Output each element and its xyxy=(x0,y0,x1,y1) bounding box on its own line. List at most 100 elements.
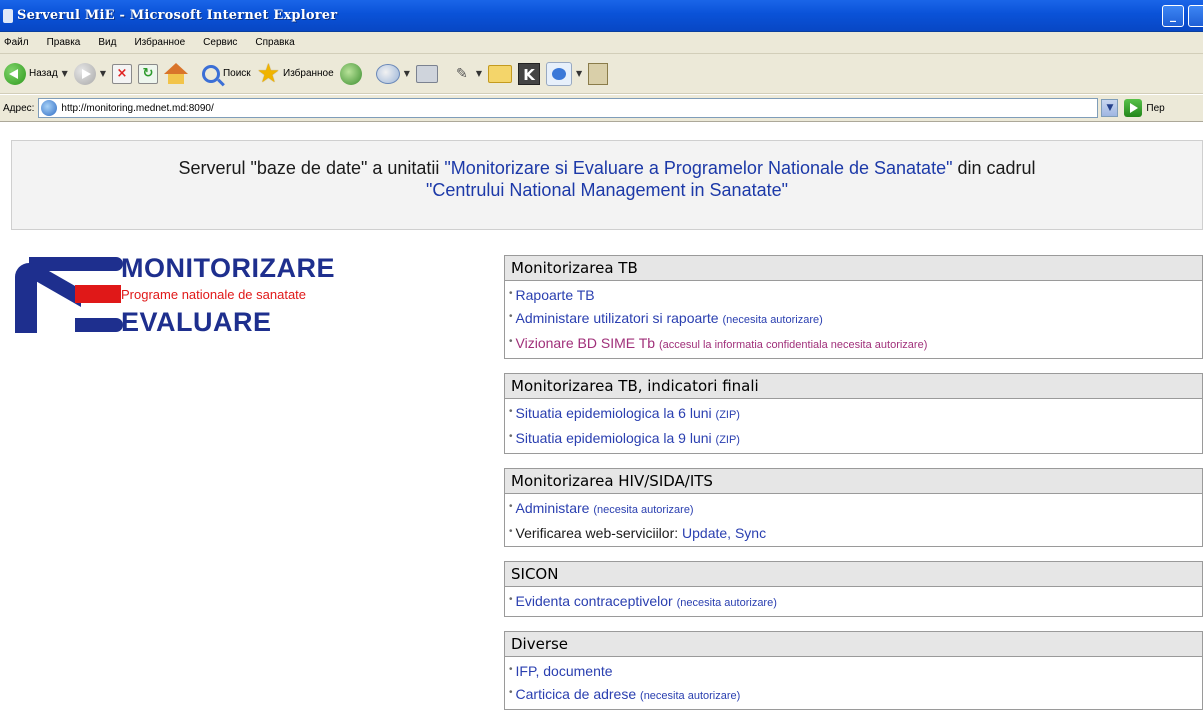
header-text-1: Serverul "baze de date" a unitatii xyxy=(178,158,445,178)
link-ifp-documente[interactable]: IFP, documente xyxy=(516,663,613,679)
bullet-icon: • xyxy=(509,526,513,537)
logo-top-bar xyxy=(29,257,123,271)
address-url[interactable]: http://monitoring.mednet.md:8090/ xyxy=(61,103,213,114)
menu-tools[interactable]: Сервис xyxy=(201,35,239,50)
link-sync[interactable]: Sync xyxy=(735,525,766,541)
stop-button[interactable]: × xyxy=(111,59,132,89)
printer-icon xyxy=(415,64,438,83)
menu-edit[interactable]: Правка xyxy=(45,35,83,50)
folder-button[interactable] xyxy=(488,59,512,89)
research-icon xyxy=(588,62,609,85)
refresh-icon: ↻ xyxy=(137,63,158,84)
section-body: • Rapoarte TB • Administare utilizatori si… xyxy=(505,281,1202,358)
bullet-icon: • xyxy=(509,431,513,442)
link-update[interactable]: Update xyxy=(682,525,727,541)
mail-button[interactable]: ▼ xyxy=(375,59,410,89)
chevron-down-icon[interactable]: ▼ xyxy=(476,69,482,78)
auth-note: (necesita autorizare) xyxy=(593,504,694,516)
zip-note[interactable]: (ZIP) xyxy=(716,434,740,446)
section-body: • Evidenta contraceptivelor (necesita aut… xyxy=(505,587,1202,616)
minimize-button[interactable]: _ xyxy=(1162,5,1184,27)
print-button[interactable] xyxy=(415,59,438,89)
messenger-button[interactable]: ▼ xyxy=(546,59,582,89)
menu-file[interactable]: Файл xyxy=(2,35,31,50)
favorites-label: Избранное xyxy=(283,68,334,79)
go-arrow-icon xyxy=(1124,99,1143,117)
page-header: Serverul "baze de date" a unitatii "Moni… xyxy=(11,140,1203,230)
logo-text-programe: Programe nationale de sanatate xyxy=(121,287,307,302)
web-services-label: Verificarea web-serviciilor: xyxy=(515,525,683,541)
media-button[interactable] xyxy=(339,59,362,89)
link-vizionare-bd[interactable]: Vizionare BD SIME Tb xyxy=(516,335,656,351)
link-rapoarte-tb[interactable]: Rapoarte TB xyxy=(516,287,595,303)
search-label: Поиск xyxy=(222,68,251,79)
toolbar: Назад ▼ ▼ × ↻ Поиск ★ Избранное ▼ ✎ ▼ K xyxy=(0,54,1203,94)
section-title: Diverse xyxy=(505,632,1202,657)
maximize-button[interactable] xyxy=(1188,5,1203,27)
bullet-icon: • xyxy=(509,664,513,675)
section-title: SICON xyxy=(505,562,1202,587)
list-item: • IFP, documente xyxy=(509,659,1202,682)
search-icon xyxy=(201,64,220,83)
link-carticica-adrese[interactable]: Carticica de adrese xyxy=(516,686,637,702)
auth-note: (necesita autorizare) xyxy=(676,597,777,609)
forward-button[interactable]: ▼ xyxy=(73,59,106,89)
list-item: • Evidenta contraceptivelor (necesita aut… xyxy=(509,589,1202,614)
address-label: Адрес: xyxy=(3,102,35,114)
link-situatia-6-luni[interactable]: Situatia epidemiologica la 6 luni xyxy=(516,405,712,421)
chevron-down-icon[interactable]: ▼ xyxy=(576,69,582,78)
header-link-centre[interactable]: "Centrului National Management in Sanata… xyxy=(426,180,788,200)
link-administare-hiv[interactable]: Administare xyxy=(516,500,590,516)
section-body: • Situatia epidemiologica la 6 luni (ZIP)… xyxy=(505,399,1202,453)
refresh-button[interactable]: ↻ xyxy=(137,59,158,89)
link-administare-utilizatori[interactable]: Administare utilizatori si rapoarte xyxy=(516,310,719,326)
list-item: • Verificarea web-serviciilor: Update, Sy… xyxy=(509,521,1202,544)
go-button[interactable]: Пер xyxy=(1124,99,1165,117)
menu-bar: Файл Правка Вид Избранное Сервис Справка xyxy=(0,32,1203,54)
bullet-icon: • xyxy=(509,406,513,417)
favorites-button[interactable]: ★ Избранное xyxy=(257,59,334,89)
me-logo: MONITORIZARE Programe nationale de sanat… xyxy=(15,253,375,337)
link-evidenta-contraceptivelor[interactable]: Evidenta contraceptivelor xyxy=(516,593,673,609)
edit-button[interactable]: ✎ ▼ xyxy=(452,59,482,89)
bullet-icon: • xyxy=(509,594,513,605)
back-arrow-icon xyxy=(4,62,26,85)
back-button[interactable]: Назад ▼ xyxy=(4,59,68,89)
menu-view[interactable]: Вид xyxy=(96,35,118,50)
bullet-icon: • xyxy=(509,288,513,299)
search-button[interactable]: Поиск xyxy=(201,59,251,89)
address-input[interactable]: http://monitoring.mednet.md:8090/ xyxy=(38,98,1099,118)
research-button[interactable] xyxy=(588,59,609,89)
header-link-unit[interactable]: "Monitorizare si Evaluare a Programelor … xyxy=(444,158,952,178)
bullet-icon: • xyxy=(509,311,513,322)
section-title: Monitorizarea TB, indicatori finali xyxy=(505,374,1202,399)
zip-note[interactable]: (ZIP) xyxy=(716,409,740,421)
list-item: • Situatia epidemiologica la 9 luni (ZIP) xyxy=(509,426,1202,451)
star-icon: ★ xyxy=(256,58,280,89)
go-label: Пер xyxy=(1146,102,1165,114)
chevron-down-icon[interactable]: ▼ xyxy=(62,69,68,78)
menu-help[interactable]: Справка xyxy=(253,35,296,50)
section-body: • IFP, documente • Carticica de adrese (ne… xyxy=(505,657,1202,709)
separator: , xyxy=(727,525,735,541)
back-label: Назад xyxy=(29,68,58,79)
section-sicon: SICON • Evidenta contraceptivelor (necesi… xyxy=(504,561,1203,617)
list-item: • Vizionare BD SIME Tb (accesul la inform… xyxy=(509,331,1202,356)
forward-arrow-icon xyxy=(73,62,96,85)
section-title: Monitorizarea TB xyxy=(505,256,1202,281)
list-item: • Administare utilizatori si rapoarte (ne… xyxy=(509,306,1202,331)
chevron-down-icon[interactable]: ▼ xyxy=(100,69,106,78)
logo-bottom-bar xyxy=(75,318,123,332)
list-item: • Situatia epidemiologica la 6 luni (ZIP) xyxy=(509,401,1202,426)
k-button[interactable]: K xyxy=(518,59,540,89)
menu-favorites[interactable]: Избранное xyxy=(132,35,187,50)
k-app-icon: K xyxy=(518,62,540,85)
chevron-down-icon[interactable]: ▼ xyxy=(404,69,410,78)
section-diverse: Diverse • IFP, documente • Carticica de ad… xyxy=(504,631,1203,710)
folder-icon xyxy=(488,64,512,83)
link-situatia-9-luni[interactable]: Situatia epidemiologica la 9 luni xyxy=(516,430,712,446)
bullet-icon: • xyxy=(509,687,513,698)
edit-icon: ✎ xyxy=(455,65,468,82)
home-button[interactable] xyxy=(163,59,188,89)
address-dropdown-icon[interactable]: ▼ xyxy=(1101,99,1119,117)
